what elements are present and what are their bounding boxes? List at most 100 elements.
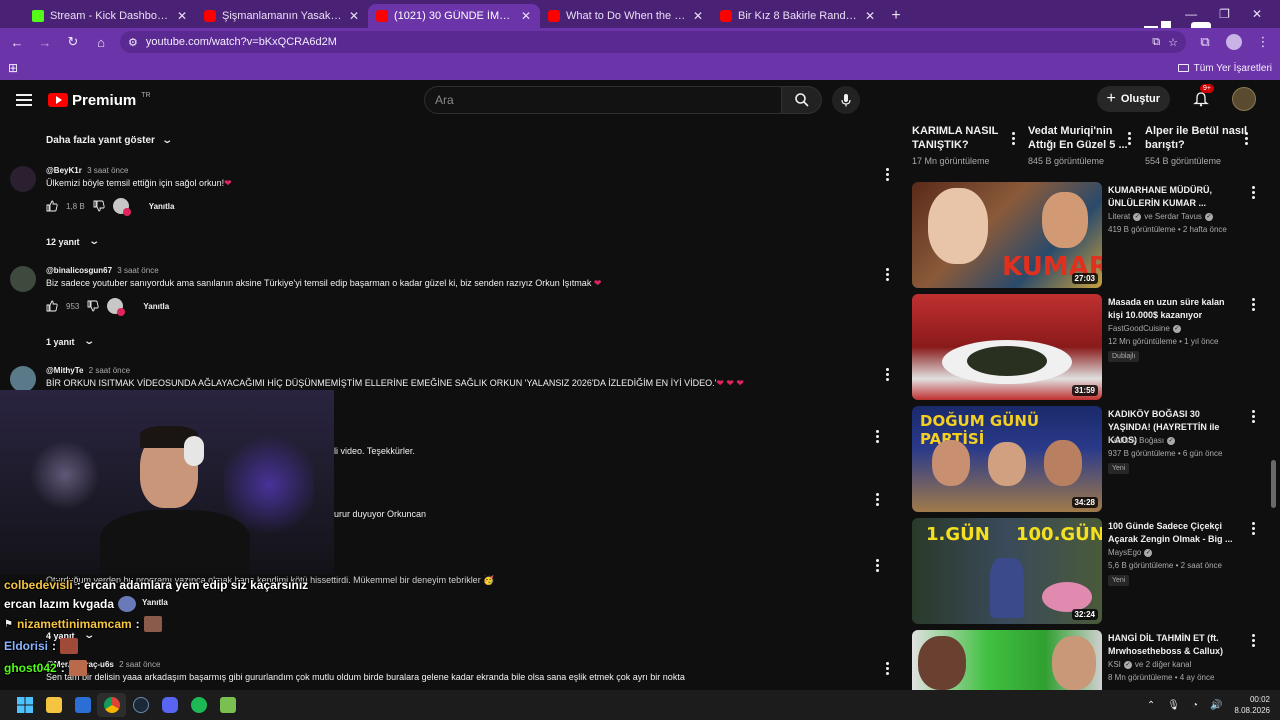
comment-time[interactable]: 3 saat önce [117, 266, 158, 275]
dislike-icon[interactable] [93, 200, 105, 212]
apps-grid-icon[interactable]: ⊞ [8, 61, 18, 75]
volume-icon[interactable]: 🔊 [1210, 700, 1222, 711]
video-menu-icon[interactable] [1252, 522, 1256, 535]
address-bar[interactable]: ⚙ youtube.com/watch?v=bKxQCRA6d2M ⧉ ☆ [120, 31, 1186, 53]
video-thumbnail[interactable] [912, 630, 1102, 690]
taskbar-other-app[interactable] [213, 693, 242, 717]
taskbar-steam[interactable] [126, 693, 155, 717]
taskbar-file-explorer[interactable] [39, 693, 68, 717]
mic-icon[interactable]: 🎙 [1167, 700, 1180, 711]
site-info-icon[interactable]: ⚙ [128, 36, 138, 49]
recommendation-item[interactable]: HANGİ DİL TAHMİN ET (ft. Mrwhosetheboss … [912, 630, 1268, 690]
close-window-icon[interactable]: ✕ [1252, 7, 1262, 21]
taskbar-store[interactable] [68, 693, 97, 717]
tab-kick-dashboard[interactable]: Stream - Kick Dashboard ✕ [24, 4, 196, 28]
recommendation-item[interactable]: 31:59 Masada en uzun süre kalan kişi 10.… [912, 294, 1268, 400]
reply-button[interactable]: Yanıtla [149, 202, 175, 211]
video-title[interactable]: Alper ile Betül nasıl barıştı? [1145, 124, 1255, 152]
channel-name[interactable]: KSI ✓ ve 2 diğer kanal [1108, 660, 1191, 669]
video-thumbnail[interactable]: KUMAR 27:03 [912, 182, 1102, 288]
all-bookmarks-button[interactable]: Tüm Yer İşaretleri [1177, 63, 1272, 74]
video-title[interactable]: KARIMLA NASIL TANIŞTIK? [912, 124, 1022, 152]
profile-avatar[interactable] [1226, 34, 1242, 50]
account-avatar[interactable] [1232, 87, 1256, 111]
comment-menu-icon[interactable] [886, 168, 890, 181]
view-replies-button[interactable]: 12 yanıt ⌄ [46, 236, 100, 247]
recommendation-card[interactable]: KARIMLA NASIL TANIŞTIK? 17 Mn görüntülem… [912, 124, 1022, 166]
video-menu-icon[interactable] [1252, 298, 1256, 311]
install-icon[interactable]: ⧉ [1152, 36, 1160, 49]
reload-icon[interactable]: ↻ [64, 33, 82, 51]
tab-youtube-4[interactable]: Bir Kız 8 Bakirle Randevuda - Yo ✕ [712, 4, 884, 28]
video-menu-icon[interactable] [1252, 634, 1256, 647]
menu-icon[interactable] [16, 94, 32, 106]
comment-menu-icon[interactable] [886, 662, 890, 675]
comment-handle[interactable]: @MithyTe [46, 366, 83, 375]
clock[interactable]: 00:02 8.08.2026 [1234, 694, 1270, 716]
close-icon[interactable]: ✕ [348, 9, 360, 23]
search-input[interactable]: Ara [424, 86, 782, 114]
video-title[interactable]: Vedat Muriqi'nin Attığı En Güzel 5 ... [1028, 124, 1138, 152]
comment-handle[interactable]: @binalicosgun67 [46, 266, 112, 275]
channel-name[interactable]: FastGoodCuisine ✓ [1108, 324, 1181, 333]
video-title[interactable]: Masada en uzun süre kalan kişi 10.000$ k… [1108, 296, 1238, 322]
video-menu-icon[interactable] [1252, 410, 1256, 423]
taskbar-discord[interactable] [155, 693, 184, 717]
channel-name[interactable]: MaysEgo ✓ [1108, 548, 1153, 557]
back-icon[interactable]: ← [8, 33, 26, 51]
recommendation-item[interactable]: 1.GÜN 100.GÜN 32:24 100 Günde Sadece Çiç… [912, 518, 1268, 624]
commenter-avatar[interactable] [10, 166, 36, 192]
close-icon[interactable]: ✕ [520, 9, 532, 23]
comment-menu-icon[interactable] [876, 493, 880, 506]
channel-name[interactable]: Literat ✓ ve Serdar Tavus ✓ [1108, 212, 1213, 221]
video-title[interactable]: KUMARHANE MÜDÜRÜ, ÜNLÜLERİN KUMAR ... [1108, 184, 1238, 210]
close-icon[interactable]: ✕ [864, 9, 876, 23]
new-tab-button[interactable]: + [884, 4, 908, 28]
video-thumbnail[interactable]: 31:59 [912, 294, 1102, 400]
video-title[interactable]: HANGİ DİL TAHMİN ET (ft. Mrwhosetheboss … [1108, 632, 1238, 658]
bookmark-star-icon[interactable]: ☆ [1168, 36, 1178, 49]
tab-youtube-1[interactable]: Şişmanlamanın Yasak Olduğu Ü ✕ [196, 4, 368, 28]
dislike-icon[interactable] [87, 300, 99, 312]
create-button[interactable]: + Oluştur [1096, 86, 1170, 112]
start-button[interactable] [10, 693, 39, 717]
close-icon[interactable]: ✕ [176, 9, 188, 23]
video-title[interactable]: 100 Günde Sadece Çiçekçi Açarak Zengin O… [1108, 520, 1238, 546]
extensions-icon[interactable]: ⧉ [1196, 33, 1214, 51]
recommendation-item[interactable]: DOĞUM GÜNÜ PARTİSİ 34:28 KADIKÖY BOĞASI … [912, 406, 1268, 512]
voice-search-button[interactable] [832, 86, 860, 114]
show-more-replies-button[interactable]: Daha fazla yanıt göster ⌄ [46, 135, 173, 146]
view-replies-button[interactable]: 1 yanıt ⌄ [46, 336, 95, 347]
chevron-up-icon[interactable]: ⌃ [1147, 700, 1155, 711]
forward-icon[interactable]: → [36, 33, 54, 51]
comment-handle[interactable]: @BeyK1r [46, 166, 82, 175]
tab-youtube-3[interactable]: What to Do When the Gym Is B ✕ [540, 4, 712, 28]
notifications-button[interactable]: 9+ [1192, 84, 1214, 108]
close-icon[interactable]: ✕ [692, 9, 704, 23]
like-icon[interactable] [46, 200, 58, 212]
like-icon[interactable] [46, 300, 58, 312]
video-menu-icon[interactable] [1012, 132, 1016, 145]
search-button[interactable] [782, 86, 822, 114]
comment-menu-icon[interactable] [886, 268, 890, 281]
video-thumbnail[interactable]: DOĞUM GÜNÜ PARTİSİ 34:28 [912, 406, 1102, 512]
taskbar-spotify[interactable] [184, 693, 213, 717]
video-menu-icon[interactable] [1245, 132, 1249, 145]
recommendation-item[interactable]: KUMAR 27:03 KUMARHANE MÜDÜRÜ, ÜNLÜLERİN … [912, 182, 1268, 288]
reply-button[interactable]: Yanıtla [143, 302, 169, 311]
video-thumbnail[interactable]: 1.GÜN 100.GÜN 32:24 [912, 518, 1102, 624]
comment-menu-icon[interactable] [886, 368, 890, 381]
commenter-avatar[interactable] [10, 366, 36, 392]
channel-name[interactable]: Kadıköy Boğası ✓ [1108, 436, 1176, 445]
comment-menu-icon[interactable] [876, 430, 880, 443]
home-icon[interactable]: ⌂ [92, 33, 110, 51]
comment-time[interactable]: 2 saat önce [89, 366, 130, 375]
taskbar-chrome[interactable] [97, 693, 126, 717]
comment-menu-icon[interactable] [876, 559, 880, 572]
tab-youtube-active[interactable]: (1021) 30 GÜNDE İMKANSIZI B ✕ [368, 4, 540, 28]
network-icon[interactable]: ◔ [1192, 700, 1198, 711]
commenter-avatar[interactable] [10, 266, 36, 292]
recommendation-card[interactable]: Vedat Muriqi'nin Attığı En Güzel 5 ... 8… [1028, 124, 1138, 166]
youtube-premium-logo[interactable]: Premium TR [48, 92, 151, 109]
menu-icon[interactable]: ⋮ [1254, 33, 1272, 51]
